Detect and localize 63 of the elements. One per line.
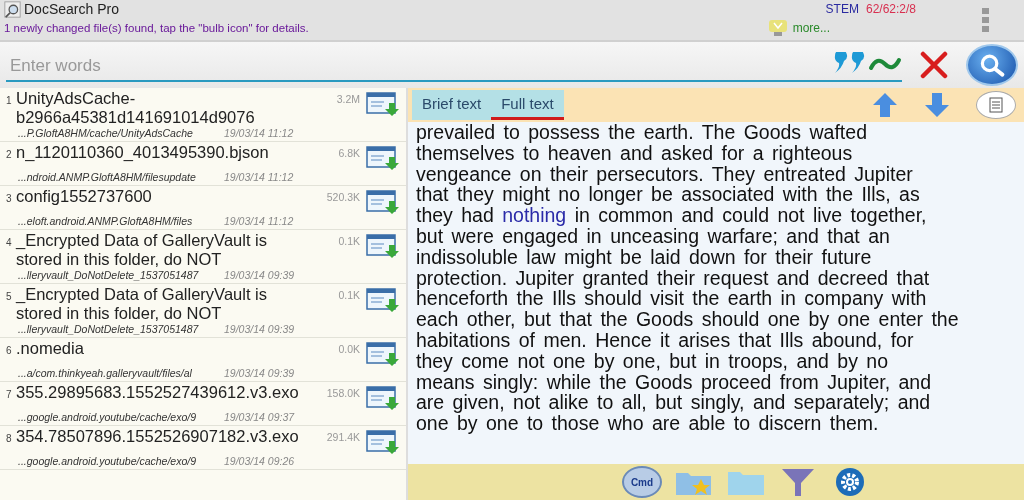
file-date: 19/03/14 11:12 [224, 171, 294, 184]
search-button[interactable] [966, 44, 1018, 86]
more-link[interactable]: more... [792, 21, 830, 35]
result-index: 6 [6, 345, 13, 356]
file-path: ...P.GloftA8HM/cache/UnityAdsCache [18, 127, 194, 140]
view-tab[interactable]: Full text [491, 90, 564, 120]
document-text: prevailed to possess the earth. The Goods wafted themselves to heaven and asked for a righteous vengeance on their persecutors. They entreated Jupiter that they might no longer be associated with the Ills, as they had nothing in common and could not live together, but were engaged in unceasing warfare; and that an indissoluble law might be laid down for their future protection. Jupiter granted their request and decreed that henceforth the Ills should visit the earth in company with each other, but that the Goods should one by one enter the habitations of men. Hence it arises that Ills abound, for they come not one by one, but in troops, and by no means singly: while the Goods proceed from Jupiter, and are given, not alike to all, but singly, and separately; and one by one to those who are able to discern them. [415, 122, 960, 437]
file-size: 520.3K [325, 191, 360, 203]
file-name[interactable]: _Encrypted Data of GalleryVault is stored in this folder, do NOT [16, 285, 308, 323]
file-size: 291.4K [325, 431, 360, 443]
file-date: 19/03/14 09:39 [224, 323, 295, 336]
result-index: 3 [6, 193, 13, 204]
file-path: ...lleryvault_DoNotDelete_1537051487 [18, 269, 200, 282]
file-path: ...eloft.android.ANMP.GloftA8HM/files [18, 215, 194, 228]
file-name[interactable]: config1552737600 [16, 187, 308, 206]
file-name[interactable]: n_1120110360_4013495390.bjson [16, 143, 308, 162]
app-title: DocSearch Pro [24, 1, 119, 17]
notice-text: 1 newly changed file(s) found, tap the "bulb icon" for details. [4, 22, 310, 34]
result-index: 4 [6, 237, 13, 248]
result-index: 2 [6, 149, 13, 160]
document-icon [989, 97, 1003, 113]
stem-value: 62/62:2/8 [865, 2, 916, 16]
document-download-icon[interactable] [366, 385, 400, 411]
file-date: 19/03/14 09:37 [224, 411, 295, 424]
document-download-icon[interactable] [366, 233, 400, 259]
file-path: ...google.android.youtube/cache/exo/9 [18, 411, 198, 424]
result-index: 1 [6, 95, 13, 106]
file-date: 19/03/14 09:26 [224, 455, 295, 468]
file-path: ...google.android.youtube/cache/exo/9 [18, 455, 198, 468]
document-download-icon[interactable] [366, 145, 400, 171]
file-size: 0.1K [337, 235, 360, 247]
file-size: 6.8K [337, 147, 360, 159]
file-size: 3.2M [335, 93, 360, 105]
file-size: 158.0K [325, 387, 360, 399]
result-index: 5 [6, 291, 13, 302]
result-index: 8 [6, 433, 13, 444]
document-download-icon[interactable] [366, 189, 400, 215]
down-arrow-icon[interactable] [924, 92, 950, 118]
file-path: ...ndroid.ANMP.GloftA8HM/filesupdate [18, 171, 197, 184]
file-size: 0.0K [337, 343, 360, 355]
document-download-icon[interactable] [366, 287, 400, 313]
file-name[interactable]: UnityAdsCache-b2966a45381d141691014d9076 [16, 89, 308, 127]
view-tab[interactable]: Brief text [412, 90, 492, 120]
document-download-icon[interactable] [366, 341, 400, 367]
tilde-icon[interactable] [868, 56, 902, 72]
command-button[interactable]: Cmd [622, 466, 662, 498]
result-index: 7 [6, 389, 13, 400]
file-path: ...lleryvault_DoNotDelete_1537051487 [18, 323, 200, 336]
stem-label: STEM [825, 2, 859, 16]
file-date: 19/03/14 09:39 [224, 269, 295, 282]
file-date: 19/03/14 11:12 [224, 127, 294, 140]
file-size: 0.1K [337, 289, 360, 301]
document-download-icon[interactable] [366, 429, 400, 455]
up-arrow-icon[interactable] [872, 92, 898, 118]
file-date: 19/03/14 11:12 [224, 215, 294, 228]
file-date: 19/03/14 09:39 [224, 367, 295, 380]
file-name[interactable]: _Encrypted Data of GalleryVault is stored in this folder, do NOT [16, 231, 308, 269]
document-download-icon[interactable] [366, 91, 400, 117]
clear-icon[interactable] [920, 51, 948, 79]
file-name[interactable]: 354.78507896.1552526907182.v3.exo [16, 427, 308, 446]
file-path: ...a/com.thinkyeah.galleryvault/files/al [18, 367, 193, 380]
file-name[interactable]: 355.29895683.1552527439612.v3.exo [16, 383, 308, 402]
file-name[interactable]: .nomedia [16, 339, 308, 358]
